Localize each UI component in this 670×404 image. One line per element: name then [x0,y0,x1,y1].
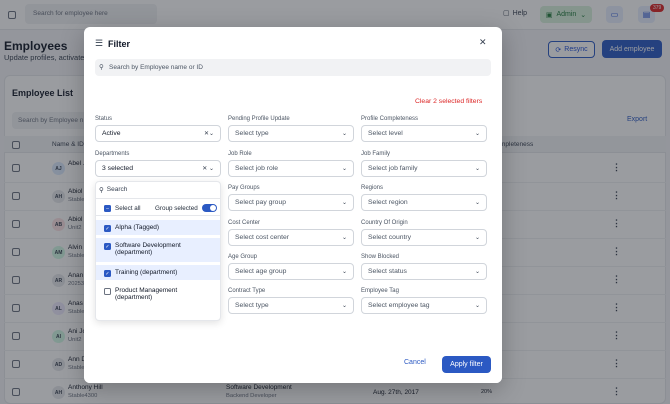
pay-groups-select[interactable]: Select pay group ⌄ [228,194,354,211]
divider [96,198,220,199]
cost-center-select[interactable]: Select cost center ⌄ [228,229,354,246]
contract-type-select[interactable]: Select type ⌄ [228,297,354,314]
dropdown-search-input[interactable]: ⚲ Search [99,186,127,194]
filter-icon: ☰ [95,38,104,48]
select-all-checkbox[interactable]: – [104,205,111,212]
apply-filter-button[interactable]: Apply filter [442,356,491,373]
group-selected-option: Group selected [155,204,217,212]
modal-footer [84,349,502,383]
job-family-select[interactable]: Select job family ⌄ [361,160,487,177]
chevron-down-icon: ⌄ [341,303,347,309]
chevron-down-icon: ⌄ [474,269,480,275]
completeness-label: Profile Completeness [361,116,419,122]
show-blocked-select[interactable]: Select status ⌄ [361,263,487,280]
age-group-label: Age Group [228,254,258,260]
cost-center-label: Cost Center [228,220,261,226]
department-option[interactable]: ✓ Software Development (department) [96,238,220,262]
age-group-select[interactable]: Select age group ⌄ [228,263,354,280]
department-option[interactable]: ✓ Alpha (Tagged) [96,220,220,235]
status-label: Status [95,116,113,122]
job-family-label: Job Family [361,151,391,157]
country-select[interactable]: Select country ⌄ [361,229,487,246]
chevron-down-icon: ⌄ [474,235,480,241]
departments-label: Departments [95,151,130,157]
search-icon: ⚲ [99,64,104,71]
checkbox-checked-icon[interactable]: ✓ [104,270,111,277]
show-blocked-label: Show Blocked [361,254,400,260]
completeness-select[interactable]: Select level ⌄ [361,125,487,142]
chevron-down-icon: ⌄ [474,131,480,137]
checkbox-checked-icon[interactable]: ✓ [104,225,111,232]
clear-chevron-icon[interactable]: ✕ ⌄ [202,165,214,172]
contract-type-label: Contract Type [228,288,266,294]
country-label: Country Of Origin [361,220,408,226]
checkbox-checked-icon[interactable]: ✓ [104,243,111,250]
chevron-down-icon: ⌄ [341,235,347,241]
clear-filters-link[interactable]: Clear 2 selected filters [415,98,482,105]
cancel-button[interactable]: Cancel [404,359,426,366]
department-option[interactable]: Product Management (department) [96,283,220,307]
employee-tag-label: Employee Tag [361,288,399,294]
filter-modal: ☰ Filter ✕ ⚲ Search by Employee name or … [84,27,502,383]
chevron-down-icon: ⌄ [341,166,347,172]
pay-groups-label: Pay Groups [228,185,260,191]
regions-label: Regions [361,185,384,191]
chevron-down-icon: ⌄ [474,200,480,206]
pending-update-select[interactable]: Select type ⌄ [228,125,354,142]
job-role-label: Job Role [228,151,252,157]
filter-title: Filter [108,39,131,49]
close-icon[interactable]: ✕ [479,37,487,48]
job-role-select[interactable]: Select job role ⌄ [228,160,354,177]
chevron-down-icon: ⌄ [474,303,480,309]
select-all-option[interactable]: – Select all [104,204,141,212]
chevron-down-icon: ⌄ [341,200,347,206]
clear-chevron-icon[interactable]: ✕⌄ [204,130,214,137]
chevron-down-icon: ⌄ [341,269,347,275]
departments-dropdown: ⚲ Search – Select all Group selected ✓ Alp… [95,181,221,321]
status-select[interactable]: Active ✕⌄ [95,125,221,142]
department-option[interactable]: ✓ Training (department) [96,265,220,280]
employee-tag-select[interactable]: Select employee tag ⌄ [361,297,487,314]
departments-select[interactable]: 3 selected ✕ ⌄ [95,160,221,177]
pending-update-label: Pending Profile Update [228,116,290,122]
checkbox-unchecked-icon[interactable] [104,288,111,295]
divider [96,215,220,216]
regions-select[interactable]: Select region ⌄ [361,194,487,211]
chevron-down-icon: ⌄ [341,131,347,137]
search-icon: ⚲ [99,187,104,194]
filter-search-input[interactable]: ⚲ Search by Employee name or ID [95,59,491,76]
chevron-down-icon: ⌄ [474,166,480,172]
group-selected-toggle[interactable] [201,204,217,212]
